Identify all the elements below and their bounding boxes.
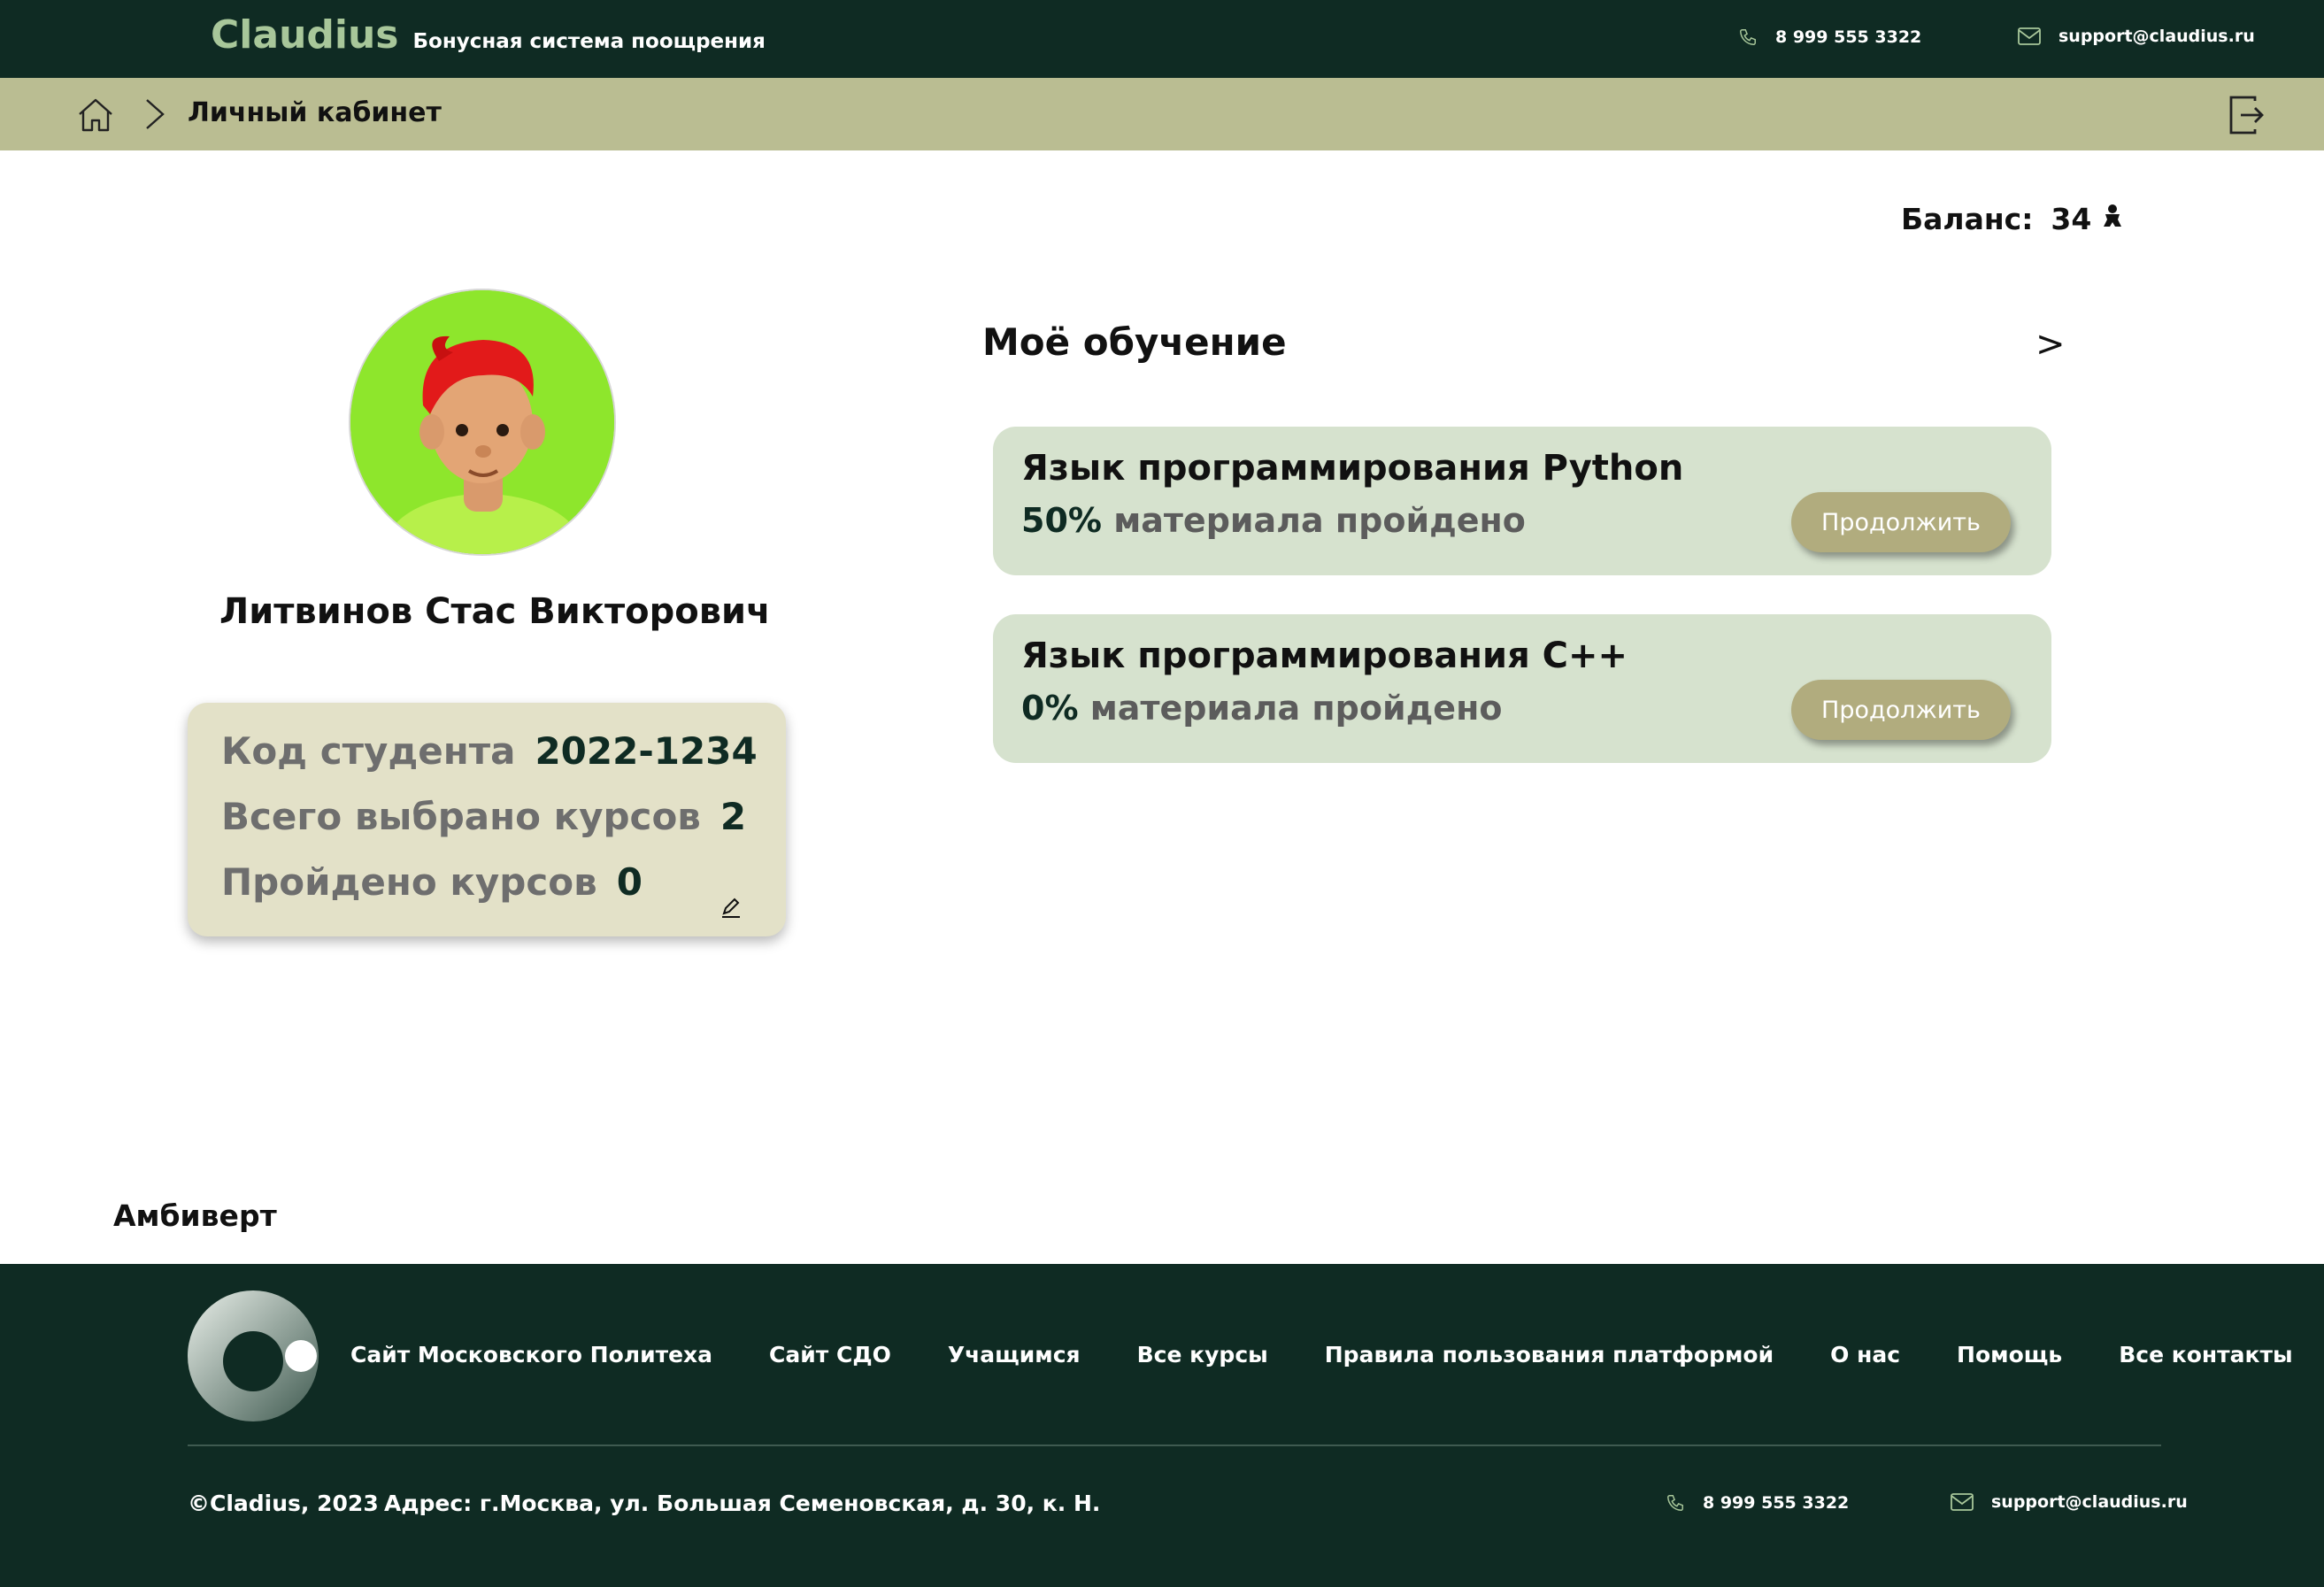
brand-subtitle: Бонусная система поощрения	[412, 30, 766, 53]
course-title: Язык программирования C++	[1021, 636, 1628, 676]
breadcrumb: Личный кабинет	[0, 78, 2324, 150]
stat-label: Код студента	[221, 729, 516, 773]
footer-link-about[interactable]: О нас	[1830, 1342, 1900, 1367]
course-progress: 50% материала пройдено	[1021, 501, 1526, 540]
footer-link-rules[interactable]: Правила пользования платформой	[1325, 1342, 1774, 1367]
mail-icon	[1951, 1493, 1974, 1511]
footer-link-contacts[interactable]: Все контакты	[2119, 1342, 2292, 1367]
footer: Сайт Московского Политеха Сайт СДО Учащи…	[0, 1264, 2324, 1587]
bonus-coin-icon	[2102, 204, 2123, 235]
stat-row-selected-courses: Всего выбрано курсов 2	[221, 795, 746, 838]
stat-value: 0	[616, 860, 643, 904]
student-stats-card: Код студента 2022-1234 Всего выбрано кур…	[188, 703, 786, 936]
logout-icon[interactable]	[2228, 96, 2266, 138]
course-progress: 0% материала пройдено	[1021, 689, 1502, 728]
stat-label: Пройдено курсов	[221, 860, 597, 904]
course-title: Язык программирования Python	[1021, 448, 1684, 489]
continue-button[interactable]: Продолжить	[1791, 492, 2011, 552]
continue-button[interactable]: Продолжить	[1791, 680, 2011, 740]
footer-phone[interactable]: 8 999 555 3322	[1666, 1492, 1849, 1514]
course-card: Язык программирования C++ 0% материала п…	[993, 614, 2051, 763]
balance: Баланс: 34	[1901, 202, 2123, 236]
header-phone-text[interactable]: 8 999 555 3322	[1775, 27, 1921, 47]
footer-link-polytech[interactable]: Сайт Московского Политеха	[350, 1342, 712, 1367]
chevron-right-icon	[142, 97, 168, 135]
pencil-icon[interactable]	[720, 898, 742, 922]
stat-value: 2	[720, 795, 747, 838]
footer-address: Адрес: г.Москва, ул. Большая Семеновская…	[384, 1491, 1101, 1516]
footer-email[interactable]: support@claudius.ru	[1951, 1492, 2188, 1512]
top-header: Claudius Бонусная система поощрения 8 99…	[0, 0, 2324, 78]
balance-value: 34	[2051, 202, 2092, 236]
footer-link-help[interactable]: Помощь	[1957, 1342, 2062, 1367]
stat-row-completed-courses: Пройдено курсов 0	[221, 860, 643, 904]
header-email-text[interactable]: support@claudius.ru	[2059, 27, 2255, 46]
footer-link-students[interactable]: Учащимся	[948, 1342, 1081, 1367]
course-progress-text: материала пройдено	[1113, 501, 1526, 540]
course-card: Язык программирования Python 50% материа…	[993, 427, 2051, 575]
course-progress-percent: 0%	[1021, 689, 1079, 728]
footer-email-text[interactable]: support@claudius.ru	[1991, 1492, 2188, 1512]
mail-icon	[2018, 27, 2041, 45]
course-progress-text: материала пройдено	[1089, 689, 1503, 728]
stat-row-student-code: Код студента 2022-1234	[221, 729, 758, 773]
breadcrumb-current: Личный кабинет	[188, 97, 442, 128]
my-learning-more-link[interactable]: >	[2035, 324, 2066, 365]
footer-phone-text[interactable]: 8 999 555 3322	[1703, 1493, 1849, 1513]
stat-label: Всего выбрано курсов	[221, 795, 701, 838]
footer-link-sdo[interactable]: Сайт СДО	[769, 1342, 891, 1367]
my-learning-title: Моё обучение	[982, 320, 1287, 364]
phone-icon	[1740, 29, 1756, 45]
footer-nav: Сайт Московского Политеха Сайт СДО Учащи…	[350, 1342, 2324, 1367]
user-full-name: Литвинов Стас Викторович	[219, 591, 771, 632]
footer-logo[interactable]	[188, 1290, 320, 1427]
avatar[interactable]	[350, 290, 614, 554]
stat-value: 2022-1234	[535, 729, 758, 773]
balance-label: Баланс:	[1901, 202, 2034, 236]
footer-link-all-courses[interactable]: Все курсы	[1137, 1342, 1268, 1367]
brand[interactable]: Claudius Бонусная система поощрения	[211, 12, 766, 58]
personality-type: Амбиверт	[113, 1198, 277, 1233]
footer-copyright: ©Cladius, 2023	[188, 1491, 379, 1516]
footer-divider	[188, 1444, 2161, 1446]
course-progress-percent: 50%	[1021, 501, 1102, 540]
header-email[interactable]: support@claudius.ru	[2018, 27, 2255, 46]
home-icon[interactable]	[76, 96, 115, 137]
header-phone[interactable]: 8 999 555 3322	[1738, 27, 1921, 48]
brand-logo-text[interactable]: Claudius	[211, 12, 398, 58]
phone-icon	[1667, 1495, 1683, 1511]
